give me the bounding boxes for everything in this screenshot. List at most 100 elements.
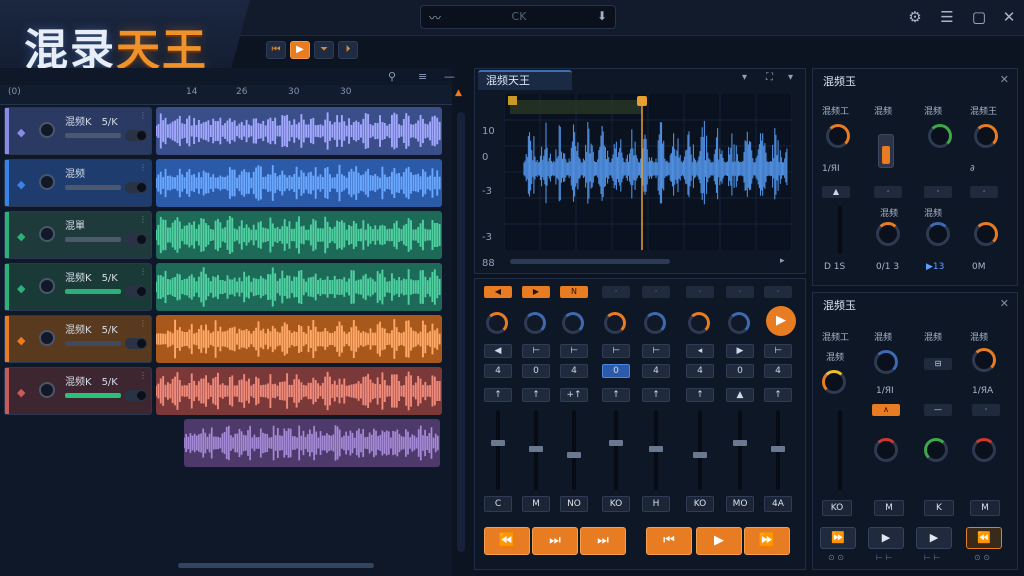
mixer-knob-6[interactable] xyxy=(728,312,750,334)
track-toggle[interactable] xyxy=(125,130,147,141)
track-knob[interactable] xyxy=(39,278,55,294)
mixer-step-top-1[interactable]: ⊢ xyxy=(522,344,550,358)
mixer-step-top-4[interactable]: ⊢ xyxy=(642,344,670,358)
audio-clip[interactable] xyxy=(156,263,442,311)
mixer-top-button-2[interactable]: N xyxy=(560,286,588,298)
pan-icon[interactable]: ◆ xyxy=(17,178,25,191)
mixer-step-bot-6[interactable]: ▲ xyxy=(726,388,754,402)
pan-icon[interactable]: ◆ xyxy=(17,334,25,347)
pan-icon[interactable]: ◆ xyxy=(17,386,25,399)
transport-mini-button-1[interactable]: ▶ xyxy=(290,41,310,59)
mixer-transport-button-5[interactable]: ⏩ xyxy=(744,527,790,555)
panel1-knob-2[interactable] xyxy=(928,124,952,148)
track-header[interactable]: ◆ 混频K 5/K ⋮ xyxy=(4,315,152,363)
mixer-knob-3[interactable] xyxy=(604,312,626,334)
mixer-knob-0[interactable] xyxy=(486,312,508,334)
mixer-transport-button-4[interactable]: ▶ xyxy=(696,527,742,555)
panel1-small-button-1[interactable]: · xyxy=(874,186,902,198)
mixer-step-mid-1[interactable]: 0 xyxy=(522,364,550,378)
panel1-small-button-3[interactable]: · xyxy=(970,186,998,198)
mixer-step-top-0[interactable]: ◀ xyxy=(484,344,512,358)
track-header[interactable]: ◆ 混频K 5/K ⋮ xyxy=(4,367,152,415)
list-icon[interactable]: ≡ xyxy=(418,70,427,83)
mixer-step-bot-4[interactable]: ↑ xyxy=(642,388,670,402)
panel1-small-button-0[interactable]: ▲ xyxy=(822,186,850,198)
panel2-fader[interactable] xyxy=(838,410,842,490)
track-toggle[interactable] xyxy=(125,338,147,349)
mixer-fader-cap-0[interactable] xyxy=(491,440,505,446)
mixer-step-top-2[interactable]: ⊢ xyxy=(560,344,588,358)
audio-clip[interactable] xyxy=(156,367,442,415)
mixer-step-bot-5[interactable]: ↑ xyxy=(686,388,714,402)
collapse-icon[interactable]: — xyxy=(444,70,455,83)
mixer-fader-track-0[interactable] xyxy=(496,410,500,490)
menu-chevron-icon[interactable]: ▾ xyxy=(788,72,793,83)
track-volume-bar[interactable] xyxy=(65,237,121,242)
pan-icon[interactable]: ◆ xyxy=(17,230,25,243)
panel2-btn-b[interactable]: — xyxy=(924,404,952,416)
panel2-close-icon[interactable]: ✕ xyxy=(1000,297,1009,310)
close-icon[interactable]: ✕ xyxy=(998,6,1020,28)
mixer-top-button-6[interactable]: · xyxy=(726,286,754,298)
panel2-btn-c[interactable]: · xyxy=(972,404,1000,416)
pan-icon[interactable]: ◆ xyxy=(17,126,25,139)
panel2-btn-2[interactable]: ⊟ xyxy=(924,358,952,370)
track-volume-bar[interactable] xyxy=(65,341,121,346)
track-knob[interactable] xyxy=(39,330,55,346)
playhead-handle[interactable] xyxy=(637,96,647,106)
transport-mini-button-3[interactable]: ⏵ xyxy=(338,41,358,59)
mixer-transport-button-3[interactable]: ⏮ xyxy=(646,527,692,555)
mixer-play-button[interactable]: ▶ xyxy=(766,306,796,336)
mixer-step-mid-4[interactable]: 4 xyxy=(642,364,670,378)
panel2-knob-3[interactable] xyxy=(972,348,996,372)
track-knob[interactable] xyxy=(39,226,55,242)
panel2-btn-a[interactable]: ∧ xyxy=(872,404,900,416)
track-knob[interactable] xyxy=(39,382,55,398)
panel2-transport-button-1[interactable]: ▶ xyxy=(868,527,904,549)
mixer-channel-label-1[interactable]: M xyxy=(522,496,550,512)
zoom-icon[interactable]: ⚲ xyxy=(388,70,396,83)
track-header[interactable]: ◆ 混單 ⋮ xyxy=(4,211,152,259)
mixer-channel-label-7[interactable]: 4A xyxy=(764,496,792,512)
mixer-fader-cap-1[interactable] xyxy=(529,446,543,452)
scroll-right-icon[interactable]: ▸ xyxy=(780,256,785,266)
mixer-fader-cap-7[interactable] xyxy=(771,446,785,452)
panel2-label-1[interactable]: M xyxy=(874,500,904,516)
track-header[interactable]: ◆ 混频K 5/K ⋮ xyxy=(4,263,152,311)
mixer-top-button-5[interactable]: · xyxy=(686,286,714,298)
mixer-step-top-6[interactable]: ▶ xyxy=(726,344,754,358)
mixer-top-button-0[interactable]: ◀ xyxy=(484,286,512,298)
panel2-transport-button-2[interactable]: ▶ xyxy=(916,527,952,549)
mixer-fader-cap-6[interactable] xyxy=(733,440,747,446)
panel2-label-2[interactable]: K xyxy=(924,500,954,516)
mixer-step-mid-3[interactable]: 0 xyxy=(602,364,630,378)
panel1-close-icon[interactable]: ✕ xyxy=(1000,73,1009,86)
panel2-knob-b2[interactable] xyxy=(924,438,948,462)
panel2-label-0[interactable]: KO xyxy=(822,500,852,516)
transport-mini-button-0[interactable]: ⏮ xyxy=(266,41,286,59)
mixer-fader-cap-3[interactable] xyxy=(609,440,623,446)
mixer-transport-button-1[interactable]: ⏭ xyxy=(532,527,578,555)
track-volume-bar[interactable] xyxy=(65,289,121,294)
audio-clip[interactable] xyxy=(156,211,442,259)
playhead-marker-icon[interactable]: ▲ xyxy=(455,88,462,98)
track-menu-icon[interactable]: ⋮ xyxy=(139,319,147,328)
pan-icon[interactable]: ◆ xyxy=(17,282,25,295)
panel2-transport-button-0[interactable]: ⏩ xyxy=(820,527,856,549)
mixer-transport-button-2[interactable]: ⏭ xyxy=(580,527,626,555)
track-knob[interactable] xyxy=(39,122,55,138)
panel1-fader[interactable] xyxy=(838,206,842,254)
track-toggle[interactable] xyxy=(125,234,147,245)
mixer-transport-button-0[interactable]: ⏪ xyxy=(484,527,530,555)
mixer-step-bot-1[interactable]: ↑ xyxy=(522,388,550,402)
track-menu-icon[interactable]: ⋮ xyxy=(139,111,147,120)
mixer-step-bot-7[interactable]: ↑ xyxy=(764,388,792,402)
maximize-icon[interactable]: ▢ xyxy=(968,6,990,28)
mixer-step-bot-0[interactable]: ↑ xyxy=(484,388,512,402)
editor-waveform[interactable] xyxy=(503,94,793,250)
timeline-vertical-scrollbar[interactable] xyxy=(457,112,465,552)
track-menu-icon[interactable]: ⋮ xyxy=(139,267,147,276)
download-icon[interactable]: ⬇ xyxy=(597,9,607,23)
mixer-top-button-3[interactable]: · xyxy=(602,286,630,298)
panel2-knob-1[interactable] xyxy=(874,350,898,374)
